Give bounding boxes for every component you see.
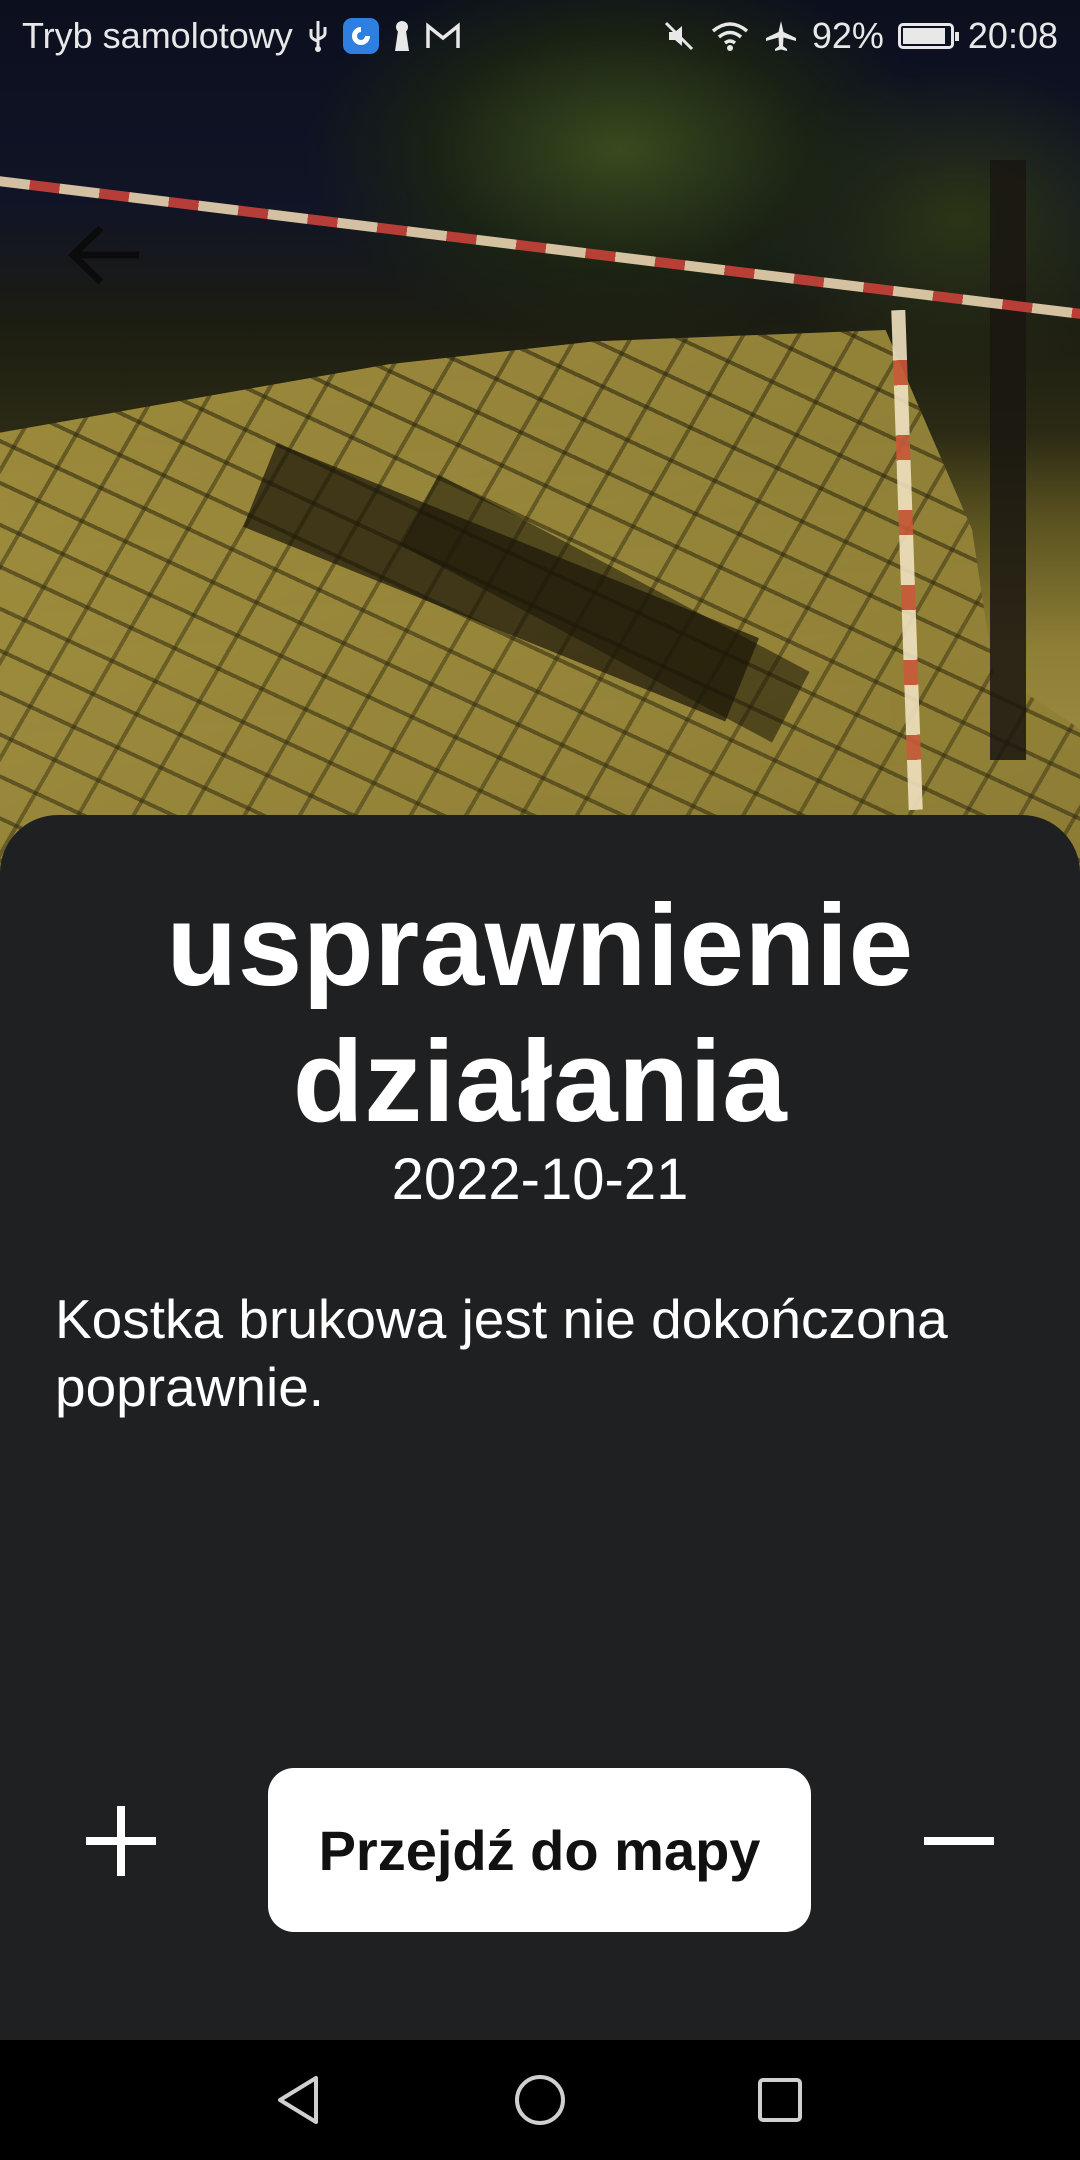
app-notification-icon — [342, 18, 379, 54]
battery-icon — [897, 23, 959, 49]
status-bar-left: Tryb samolotowy — [22, 15, 461, 57]
minus-icon — [924, 1837, 994, 1845]
status-bar: Tryb samolotowy 92% 20:08 — [0, 0, 1080, 72]
home-circle-icon — [515, 2075, 565, 2125]
back-button[interactable] — [60, 215, 150, 295]
go-to-map-button[interactable]: Przejdź do mapy — [268, 1768, 811, 1932]
keyhole-icon — [393, 19, 411, 53]
minus-button[interactable] — [918, 1800, 1000, 1882]
clock: 20:08 — [967, 15, 1058, 56]
status-bar-right: 92% 20:08 — [662, 15, 1058, 57]
airplane-mode-label: Tryb samolotowy — [22, 15, 293, 56]
plus-icon — [86, 1806, 156, 1876]
arrow-left-icon — [67, 225, 139, 285]
system-navigation-bar — [0, 2040, 1080, 2160]
back-triangle-icon — [278, 2076, 318, 2124]
battery-percentage: 92% — [811, 15, 884, 56]
report-details-sheet: usprawnienie działania 2022-10-21 Kostka… — [0, 815, 1080, 2040]
wifi-icon — [710, 20, 750, 52]
mute-icon — [662, 19, 696, 53]
recents-square-icon — [758, 2078, 802, 2122]
photo-warning-tape — [0, 175, 1080, 322]
nav-recents-button[interactable] — [750, 2070, 810, 2130]
report-description: Kostka brukowa jest nie dokończona popra… — [55, 1288, 948, 1418]
photo-fence-post — [990, 160, 1026, 760]
usb-icon — [307, 19, 329, 53]
plus-button[interactable] — [80, 1800, 162, 1882]
report-date: 2022-10-21 — [391, 1147, 689, 1212]
nav-home-button[interactable] — [510, 2070, 570, 2130]
report-title: usprawnienie działania — [166, 880, 914, 1146]
report-photo — [0, 0, 1080, 900]
nav-back-button[interactable] — [270, 2070, 330, 2130]
airplane-icon — [764, 19, 798, 53]
gmail-icon — [425, 22, 461, 50]
battery-level-fill — [902, 28, 945, 44]
